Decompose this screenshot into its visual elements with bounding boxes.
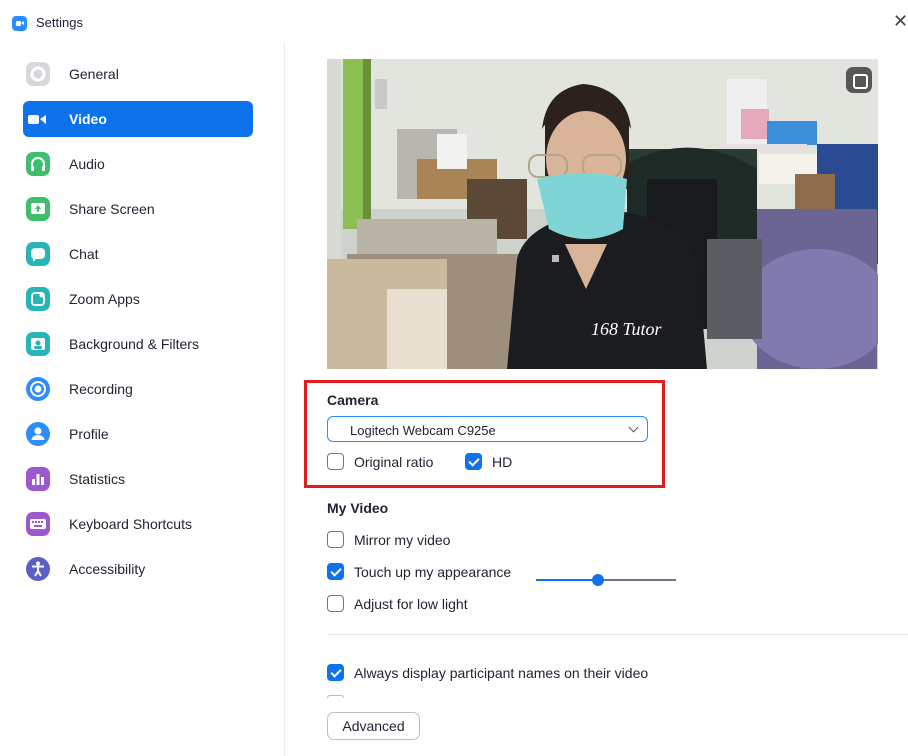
always-display-names-checkbox[interactable]: Always display participant names on thei… bbox=[327, 662, 687, 682]
headphones-icon bbox=[26, 152, 50, 176]
checkbox-box bbox=[327, 453, 344, 470]
camera-select-value: Logitech Webcam C925e bbox=[350, 423, 496, 438]
sidebar-item-share-screen[interactable]: Share Screen bbox=[23, 191, 253, 227]
sidebar-item-recording[interactable]: Recording bbox=[23, 371, 253, 407]
settings-sidebar: General Video Audio Share Screen Chat Zo… bbox=[0, 42, 285, 756]
statistics-icon bbox=[26, 467, 50, 491]
gear-icon bbox=[26, 62, 50, 86]
sidebar-item-audio[interactable]: Audio bbox=[23, 146, 253, 182]
title-bar: Settings ✕ bbox=[0, 0, 908, 42]
chevron-down-icon bbox=[628, 422, 639, 433]
sidebar-item-chat[interactable]: Chat bbox=[23, 236, 253, 272]
keyboard-icon bbox=[26, 512, 50, 536]
close-icon[interactable]: ✕ bbox=[893, 12, 908, 30]
background-filters-icon bbox=[26, 332, 50, 356]
shirt-logo-text: 168 Tutor bbox=[591, 319, 663, 339]
partially-hidden-checkbox[interactable] bbox=[327, 695, 344, 698]
original-ratio-checkbox[interactable]: Original ratio bbox=[327, 451, 457, 471]
camera-heading: Camera bbox=[327, 392, 379, 408]
switch-camera-icon[interactable] bbox=[846, 67, 872, 93]
sidebar-item-statistics[interactable]: Statistics bbox=[23, 461, 253, 497]
checkbox-box bbox=[327, 664, 344, 681]
sidebar-item-profile[interactable]: Profile bbox=[23, 416, 253, 452]
camera-select[interactable]: Logitech Webcam C925e bbox=[327, 416, 648, 442]
recording-icon bbox=[26, 377, 50, 401]
share-screen-icon bbox=[26, 197, 50, 221]
hd-checkbox[interactable]: HD bbox=[465, 451, 525, 471]
chat-bubble-icon bbox=[26, 242, 50, 266]
low-light-checkbox[interactable]: Adjust for low light bbox=[327, 593, 497, 613]
touch-up-checkbox[interactable]: Touch up my appearance bbox=[327, 561, 527, 581]
slider-track bbox=[598, 579, 676, 581]
window-title: Settings bbox=[36, 15, 83, 30]
accessibility-icon bbox=[26, 557, 50, 581]
checkbox-box bbox=[327, 595, 344, 612]
touch-up-slider[interactable] bbox=[536, 572, 676, 588]
mirror-video-checkbox[interactable]: Mirror my video bbox=[327, 529, 497, 549]
my-video-heading: My Video bbox=[327, 500, 389, 516]
sidebar-item-accessibility[interactable]: Accessibility bbox=[23, 551, 253, 587]
profile-icon bbox=[26, 422, 50, 446]
video-camera-icon bbox=[26, 107, 50, 131]
sidebar-item-keyboard-shortcuts[interactable]: Keyboard Shortcuts bbox=[23, 506, 253, 542]
sidebar-item-zoom-apps[interactable]: Zoom Apps bbox=[23, 281, 253, 317]
zoom-apps-icon bbox=[26, 287, 50, 311]
sidebar-item-general[interactable]: General bbox=[23, 56, 253, 92]
checkbox-box bbox=[327, 531, 344, 548]
checkbox-box bbox=[465, 453, 482, 470]
sidebar-item-video[interactable]: Video bbox=[23, 101, 253, 137]
zoom-app-icon bbox=[12, 16, 27, 31]
sidebar-item-background-filters[interactable]: Background & Filters bbox=[23, 326, 253, 362]
camera-preview: 168 Tutor bbox=[327, 59, 878, 369]
slider-fill bbox=[536, 579, 598, 581]
slider-thumb[interactable] bbox=[592, 574, 604, 586]
checkbox-box bbox=[327, 563, 344, 580]
video-settings-panel: 168 Tutor Camera Logitech Webcam C925e O… bbox=[285, 42, 908, 756]
advanced-button[interactable]: Advanced bbox=[327, 712, 420, 740]
section-divider bbox=[327, 634, 908, 635]
